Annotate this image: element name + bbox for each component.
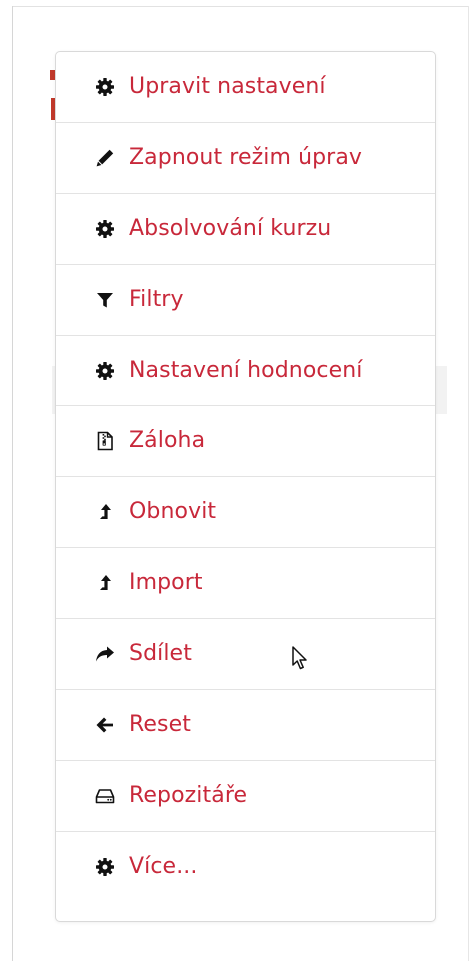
filter-icon bbox=[94, 289, 116, 311]
menu-item-label: Repozitáře bbox=[129, 782, 248, 808]
gear-icon bbox=[94, 856, 116, 878]
menu-item-label: Záloha bbox=[129, 428, 206, 454]
menu-item-label: Upravit nastavení bbox=[129, 73, 326, 99]
gear-icon bbox=[94, 76, 116, 98]
level-up-icon bbox=[94, 572, 116, 594]
arrow-left-icon bbox=[94, 714, 116, 736]
menu-item-label: Sdílet bbox=[129, 641, 192, 667]
menu-item-share[interactable]: Sdílet bbox=[56, 619, 435, 691]
menu-item-label: Absolvování kurzu bbox=[129, 215, 332, 241]
hdd-icon bbox=[94, 785, 116, 807]
menu-item-backup[interactable]: Záloha bbox=[56, 406, 435, 478]
menu-item-label: Import bbox=[129, 570, 203, 596]
menu-item-import[interactable]: Import bbox=[56, 548, 435, 620]
menu-item-restore[interactable]: Obnovit bbox=[56, 477, 435, 549]
pencil-icon bbox=[94, 147, 116, 169]
menu-item-label: Zapnout režim úprav bbox=[129, 144, 363, 170]
menu-item-edit-settings[interactable]: Upravit nastavení bbox=[56, 52, 435, 123]
menu-item-reset[interactable]: Reset bbox=[56, 690, 435, 761]
menu-item-label: Obnovit bbox=[129, 499, 217, 525]
menu-item-turn-editing-on[interactable]: Zapnout režim úprav bbox=[56, 123, 435, 194]
menu-item-repositories[interactable]: Repozitáře bbox=[56, 761, 435, 832]
menu-item-filters[interactable]: Filtry bbox=[56, 265, 435, 336]
panel-border-top bbox=[12, 6, 469, 7]
panel-border-left bbox=[12, 6, 13, 961]
page: Upravit nastavení Zapnout režim úprav Ab… bbox=[0, 0, 469, 961]
menu-item-gradebook-setup[interactable]: Nastavení hodnocení bbox=[56, 336, 435, 407]
menu-item-label: Více... bbox=[129, 854, 198, 880]
share-icon bbox=[94, 643, 116, 665]
menu-item-label: Reset bbox=[129, 711, 191, 737]
gear-icon bbox=[94, 360, 116, 382]
gear-icon bbox=[94, 218, 116, 240]
level-up-icon bbox=[94, 501, 116, 523]
mouse-pointer-icon bbox=[292, 646, 307, 670]
menu-item-label: Nastavení hodnocení bbox=[129, 357, 363, 383]
course-admin-dropdown-menu: Upravit nastavení Zapnout režim úprav Ab… bbox=[55, 51, 436, 922]
menu-item-label: Filtry bbox=[129, 286, 184, 312]
menu-item-more[interactable]: Více... bbox=[56, 832, 435, 903]
file-archive-icon bbox=[94, 430, 116, 452]
menu-item-course-completion[interactable]: Absolvování kurzu bbox=[56, 194, 435, 265]
